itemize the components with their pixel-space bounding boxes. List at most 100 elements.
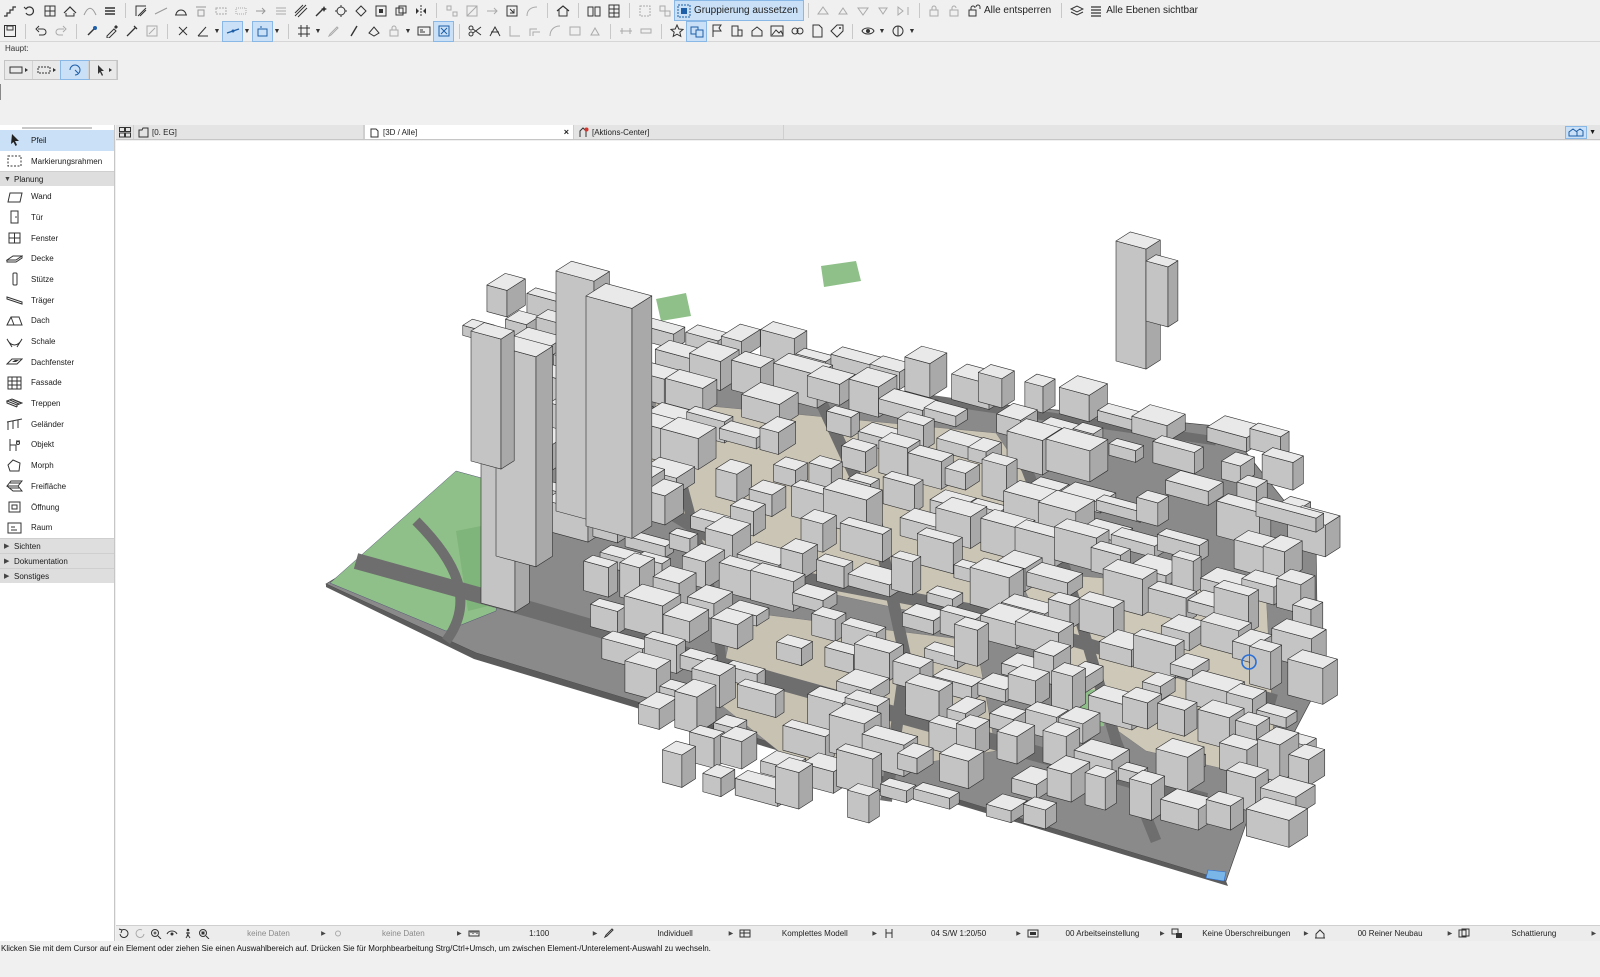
stair-tool-icon[interactable] xyxy=(0,1,19,20)
fit-window-icon[interactable] xyxy=(196,927,212,941)
graphic-override-icon[interactable] xyxy=(1025,927,1041,941)
redo-icon[interactable] xyxy=(51,22,70,41)
dropdown-arrow-icon[interactable]: ▼ xyxy=(314,22,322,41)
bring-to-front-icon[interactable] xyxy=(834,1,853,20)
unlock-icon[interactable] xyxy=(945,1,964,20)
hatch-icon[interactable] xyxy=(271,1,290,20)
arrow-right-icon[interactable] xyxy=(251,1,270,20)
mirror-icon[interactable] xyxy=(411,1,430,20)
save-icon[interactable] xyxy=(0,22,19,41)
walk-icon[interactable] xyxy=(180,927,196,941)
pick-up-icon[interactable] xyxy=(82,22,101,41)
transfer-settings-icon[interactable] xyxy=(142,22,161,41)
overrides-field[interactable]: Keine Überschreibungen ▶ xyxy=(1185,927,1313,941)
rendering-icon[interactable] xyxy=(1456,927,1472,941)
dropdown-arrow-icon[interactable]: ▼ xyxy=(878,22,886,41)
view-filter-icon[interactable] xyxy=(858,22,877,41)
sun-icon[interactable] xyxy=(330,927,346,941)
tool-tuer[interactable]: Tür xyxy=(0,207,114,228)
model-view-field[interactable]: Komplettes Modell ▶ xyxy=(753,927,881,941)
arc-icon[interactable] xyxy=(171,1,190,20)
tab-action-center[interactable]: [Aktions-Center] xyxy=(574,125,784,139)
document-icon[interactable] xyxy=(807,22,826,41)
rendering-field[interactable]: Schattierung ▶ xyxy=(1472,927,1600,941)
suspend-groups-button[interactable]: Gruppierung aussetzen xyxy=(674,0,804,21)
dropdown-arrow-icon[interactable]: ▼ xyxy=(243,22,251,41)
angle-guide-icon[interactable] xyxy=(193,22,212,41)
adjust-icon[interactable] xyxy=(482,1,501,20)
quick-display-field[interactable]: keine Daten ▶ xyxy=(346,927,466,941)
tool-pfeil[interactable]: Pfeil xyxy=(0,130,114,151)
palette-rotate-icon[interactable] xyxy=(60,60,90,80)
tool-traeger[interactable]: Träger xyxy=(0,290,114,311)
orbit-icon[interactable] xyxy=(116,927,132,941)
section-dokumentation[interactable]: ▶ Dokumentation xyxy=(0,553,114,569)
dropdown-arrow-icon[interactable]: ▼ xyxy=(213,22,221,41)
pen-set-field[interactable]: Individuell ▶ xyxy=(617,927,737,941)
curve-edit-icon[interactable] xyxy=(545,22,564,41)
tool-morph[interactable]: Morph xyxy=(0,455,114,476)
intersect-icon[interactable] xyxy=(485,22,504,41)
palette-arrow-pointer-icon[interactable] xyxy=(89,61,117,79)
close-icon[interactable]: × xyxy=(564,127,569,137)
duplicate-icon[interactable] xyxy=(391,1,410,20)
tool-dach[interactable]: Dach xyxy=(0,311,114,332)
grid-snap-icon[interactable] xyxy=(294,22,313,41)
favorites-star-icon[interactable] xyxy=(667,22,686,41)
stretch-icon[interactable] xyxy=(565,22,584,41)
dropdown-arrow-icon[interactable]: ▼ xyxy=(273,22,281,41)
tag-icon[interactable] xyxy=(827,22,846,41)
hatch-wall-icon[interactable] xyxy=(131,1,150,20)
pen-set-icon[interactable] xyxy=(601,927,617,941)
render-style-icon[interactable] xyxy=(888,22,907,41)
chevron-down-icon[interactable]: ▼ xyxy=(1589,129,1596,136)
magic-wand-icon[interactable] xyxy=(311,1,330,20)
tool-treppen[interactable]: Treppen xyxy=(0,393,114,414)
dimension-field[interactable]: 04 S/W 1:20/50 ▶ xyxy=(897,927,1025,941)
city-model-3d[interactable] xyxy=(116,141,1600,925)
layer-override-icon[interactable] xyxy=(364,22,383,41)
dropdown-arrow-icon[interactable]: ▼ xyxy=(908,22,916,41)
element-info-icon[interactable] xyxy=(433,20,454,42)
tool-stuetze[interactable]: Stütze xyxy=(0,269,114,290)
explore-icon[interactable] xyxy=(164,927,180,941)
offset-icon[interactable] xyxy=(525,22,544,41)
pencil-icon[interactable] xyxy=(324,22,343,41)
house-outline-icon[interactable] xyxy=(747,22,766,41)
roof-plane-icon[interactable] xyxy=(60,1,79,20)
graphic-override-field[interactable]: 00 Arbeitseinstellung ▶ xyxy=(1041,927,1169,941)
padlock-icon[interactable] xyxy=(384,22,403,41)
model-view-icon[interactable] xyxy=(737,927,753,941)
tool-raum[interactable]: Raum xyxy=(0,517,114,538)
tool-markierungsrahmen[interactable]: Markierungsrahmen xyxy=(0,151,114,172)
section-line-icon[interactable] xyxy=(151,1,170,20)
lock-icon[interactable] xyxy=(925,1,944,20)
renovation-icon[interactable] xyxy=(1312,927,1328,941)
tool-schale[interactable]: Schale xyxy=(0,331,114,352)
diamond-icon[interactable] xyxy=(351,1,370,20)
section-planung[interactable]: ▼ Planung xyxy=(0,171,114,187)
resize-icon[interactable] xyxy=(502,1,521,20)
dropdown-arrow-icon[interactable]: ▼ xyxy=(404,22,412,41)
palette-selection-icon[interactable] xyxy=(33,61,61,79)
display-order-icon[interactable] xyxy=(686,20,707,42)
dashed-rect-icon[interactable] xyxy=(231,1,250,20)
tool-oeffnung[interactable]: Öffnung xyxy=(0,497,114,518)
selection-info-icon[interactable] xyxy=(414,22,433,41)
tool-freiflaeche[interactable]: Freifläche xyxy=(0,476,114,497)
scale-field[interactable]: 1:100 ▶ xyxy=(482,927,602,941)
curve-icon[interactable] xyxy=(80,1,99,20)
elevate-icon[interactable] xyxy=(585,22,604,41)
quick-layer-combo-field[interactable]: keine Daten ▶ xyxy=(212,927,330,941)
split-icon[interactable] xyxy=(462,1,481,20)
tab-floor-plan[interactable]: [0. EG] xyxy=(134,125,364,139)
tool-gelaender[interactable]: Geländer xyxy=(0,414,114,435)
palette-wall-icon[interactable] xyxy=(5,61,33,79)
rotate-icon[interactable] xyxy=(20,1,39,20)
layer-settings-icon[interactable] xyxy=(1067,1,1086,20)
column-grid-icon[interactable] xyxy=(40,1,59,20)
tool-decke[interactable]: Decke xyxy=(0,248,114,269)
fillet-icon[interactable] xyxy=(505,22,524,41)
renovation-field[interactable]: 00 Reiner Neubau ▶ xyxy=(1328,927,1456,941)
reset-order-icon[interactable] xyxy=(894,1,913,20)
